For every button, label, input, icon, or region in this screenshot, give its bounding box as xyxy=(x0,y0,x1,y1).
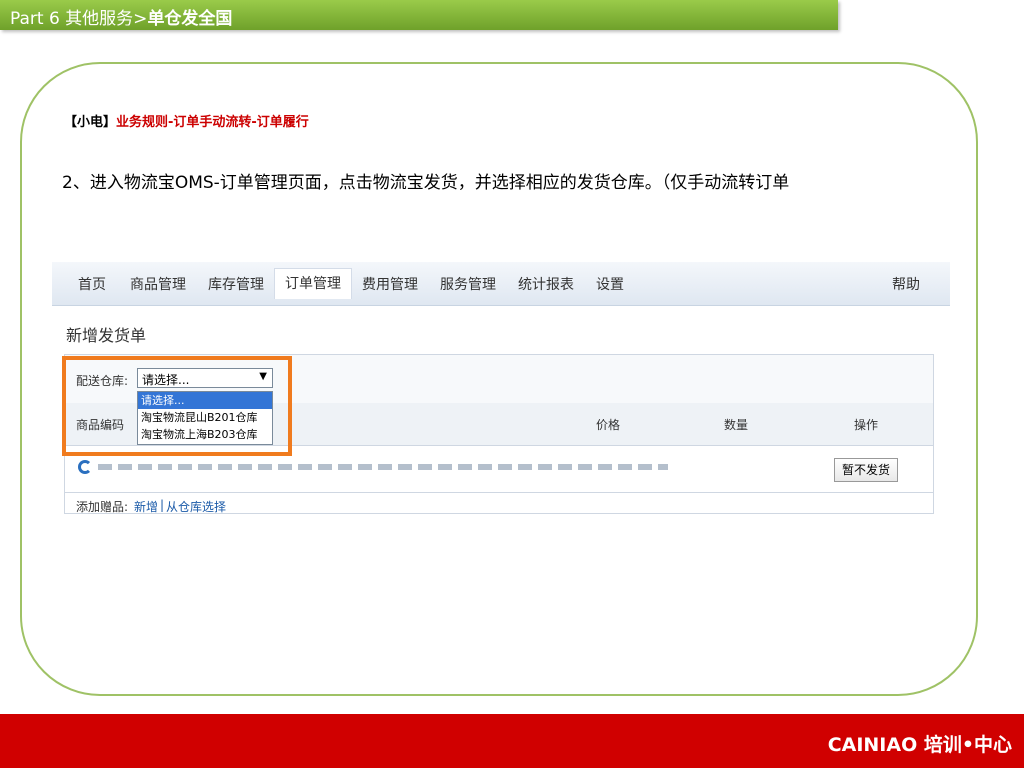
add-from-warehouse-link[interactable]: 从仓库选择 xyxy=(166,498,226,515)
highlight-box xyxy=(62,356,292,456)
rule-tag: 【小电】 xyxy=(64,115,117,130)
th-action: 操作 xyxy=(854,418,879,432)
rule-line: 【小电】业务规则-订单手动流转-订单履行 xyxy=(64,111,309,130)
add-new-link[interactable]: 新增 xyxy=(134,498,158,515)
header-bar: Part 6 其他服务>单仓发全国 xyxy=(0,0,838,30)
th-qty: 数量 xyxy=(724,418,749,432)
nav-inventory[interactable]: 库存管理 xyxy=(208,274,264,294)
nav-services[interactable]: 服务管理 xyxy=(440,274,496,294)
header-title: Part 6 其他服务>单仓发全国 xyxy=(10,4,232,29)
th-price: 价格 xyxy=(596,418,621,432)
nav-products[interactable]: 商品管理 xyxy=(130,274,186,294)
nav-orders[interactable]: 订单管理 xyxy=(274,268,352,299)
add-separator: | xyxy=(160,498,165,512)
nav-reports[interactable]: 统计报表 xyxy=(518,274,574,294)
nav-fees[interactable]: 费用管理 xyxy=(362,274,418,294)
header-part: Part 6 其他服务> xyxy=(10,9,148,29)
pause-ship-button[interactable]: 暂不发货 xyxy=(834,458,898,482)
footer-brand: CAINIAO 培训•中心 xyxy=(827,734,1012,756)
blurred-row-content xyxy=(98,464,668,470)
rule-text: 业务规则-订单手动流转-订单履行 xyxy=(116,115,309,130)
add-gift-label: 添加赠品: xyxy=(76,500,129,514)
top-nav: 首页 商品管理 库存管理 订单管理 费用管理 服务管理 统计报表 设置 帮助 xyxy=(52,262,950,306)
panel-title: 新增发货单 xyxy=(66,326,147,345)
header-topic: 单仓发全国 xyxy=(147,9,233,29)
embedded-screenshot: 首页 商品管理 库存管理 订单管理 费用管理 服务管理 统计报表 设置 帮助 新… xyxy=(52,262,950,514)
nav-home[interactable]: 首页 xyxy=(78,274,106,294)
instruction-text: 2、进入物流宝OMS-订单管理页面，点击物流宝发货，并选择相应的发货仓库。（仅手… xyxy=(62,173,790,193)
nav-help[interactable]: 帮助 xyxy=(892,274,920,294)
product-icon xyxy=(78,460,92,474)
nav-settings[interactable]: 设置 xyxy=(596,274,624,294)
